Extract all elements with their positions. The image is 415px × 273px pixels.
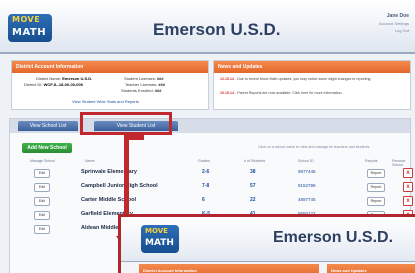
app-window: MOVE MATH Emerson U.S.D. Jane Doe Accoun… [0, 0, 415, 273]
col-remove: Remove School [392, 159, 406, 167]
school-id: 9152798 [298, 183, 316, 188]
tab-highlight-box [80, 112, 172, 135]
move-math-logo[interactable]: MOVE MATH [8, 14, 52, 42]
col-manage: Manage School [30, 159, 55, 163]
edit-school-button[interactable]: Edit [34, 225, 50, 234]
account-menu[interactable]: Jane Doe Account Settings Log Out [349, 13, 409, 33]
zoomed-account-panel: District Account Information [139, 264, 319, 273]
news-panel: News and Updates 12.15.14 - Due to recen… [213, 60, 411, 110]
district-name-row: District Name: Emerson U.S.D. [36, 76, 92, 81]
news-item-2-text[interactable]: - Parent Reports are now available. Clic… [235, 91, 342, 95]
remove-school-icon[interactable]: x [403, 182, 413, 192]
remove-school-icon[interactable]: x [403, 196, 413, 206]
students-enrolled-row: Students Enrolled: ### [121, 88, 162, 93]
school-students: 38 [250, 169, 256, 175]
teacher-licenses-value: ### [158, 82, 166, 87]
table-instructions: Click on a school name to view and manag… [258, 145, 371, 149]
news-item-1: 12.15.14 - Due to recent Move Math updat… [220, 77, 404, 81]
teacher-licenses-label: Teacher Licenses: [125, 82, 158, 87]
zoomed-title: Emerson U.S.D. [273, 229, 394, 246]
tab-school-list[interactable]: View School List [18, 121, 78, 131]
school-students: 57 [250, 183, 256, 189]
edit-school-button[interactable]: Edit [34, 183, 50, 192]
report-button[interactable]: Report [367, 197, 385, 206]
news-item-2-date: 10.15.14 [220, 91, 234, 95]
zoomed-logo-bottom: MATH [145, 238, 174, 248]
school-grades: 7-8 [202, 183, 210, 189]
table-row[interactable]: Edit Sprinvale Elementary 2-6 38 9877448… [30, 167, 413, 178]
students-enrolled-label: Students Enrolled: [121, 88, 154, 93]
zoomed-news-title: News and Updates [331, 268, 367, 273]
account-name: Jane Doe [386, 13, 409, 19]
school-id: 9877448 [298, 169, 316, 174]
page-title: Emerson U.S.D. [153, 20, 281, 39]
zoomed-logo-top: MOVE [145, 227, 168, 235]
page-header: MOVE MATH Emerson U.S.D. Jane Doe Accoun… [0, 0, 415, 54]
edit-school-button[interactable]: Edit [34, 197, 50, 206]
remove-school-icon[interactable]: x [403, 168, 413, 178]
logo-bottom-text: MATH [12, 27, 47, 38]
zoomed-header: MOVE MATH Emerson U.S.D. [121, 217, 415, 262]
district-id-label: District ID: [24, 82, 43, 87]
report-button[interactable]: Report [367, 169, 385, 178]
school-grades: 6 [202, 197, 205, 203]
news-item-2: 10.15.14 - Parent Reports are now availa… [220, 91, 404, 95]
col-school-id: School ID [298, 159, 314, 163]
district-stats-link[interactable]: View Student Wide Stats and Reports [72, 99, 139, 104]
col-reports: Reports [365, 159, 378, 163]
zoomed-account-title: District Account Information [143, 268, 197, 273]
news-title: News and Updates [214, 61, 410, 73]
edit-school-button[interactable]: Edit [34, 211, 50, 220]
logo-top-text: MOVE [12, 15, 41, 24]
col-name: Name [85, 159, 95, 163]
col-grades: Grades [198, 159, 210, 163]
zoomed-logo: MOVE MATH [141, 225, 179, 253]
district-id-row: District ID: WCF-IL-18-00-00-000 [24, 82, 83, 87]
col-students: # of Students [244, 159, 266, 163]
district-name-value: Emerson U.S.D. [62, 76, 93, 81]
news-item-1-text: - Due to recent Move Math updates, you m… [235, 77, 372, 81]
school-grades: 2-6 [202, 169, 210, 175]
students-enrolled-value: ### [154, 88, 162, 93]
report-button[interactable]: Report [367, 183, 385, 192]
zoomed-preview: MOVE MATH Emerson U.S.D. District Accoun… [118, 214, 415, 273]
student-licenses-row: Student Licenses: ### [124, 76, 164, 81]
table-row[interactable]: Edit Campbell Junior High School 7-8 57 … [30, 181, 413, 192]
news-item-1-date: 12.15.14 [220, 77, 234, 81]
district-account-title: District Account Information [12, 61, 208, 73]
tab-bar: View School List View Student List [10, 119, 410, 133]
zoomed-news-panel: News and Updates [327, 264, 415, 273]
student-licenses-value: ### [156, 76, 164, 81]
student-licenses-label: Student Licenses: [124, 76, 156, 81]
district-id-value: WCF-IL-18-00-00-000 [43, 82, 83, 87]
school-students: 22 [250, 197, 256, 203]
logout-link[interactable]: Log Out [349, 28, 409, 33]
account-settings-link[interactable]: Account Settings [349, 21, 409, 26]
school-id: 4897745 [298, 197, 316, 202]
edit-school-button[interactable]: Edit [34, 169, 50, 178]
district-account-panel: District Account Information District Na… [11, 60, 209, 110]
school-name-link[interactable]: Campbell Junior High School [81, 183, 158, 189]
district-name-label: District Name: [36, 76, 62, 81]
table-row[interactable]: Edit Carter Middle School 6 22 4897745 R… [30, 195, 413, 206]
table-header: Manage School Name Grades # of Students … [30, 159, 410, 167]
teacher-licenses-row: Teacher Licenses: ### [125, 82, 165, 87]
add-new-school-button[interactable]: Add New School [22, 143, 72, 153]
